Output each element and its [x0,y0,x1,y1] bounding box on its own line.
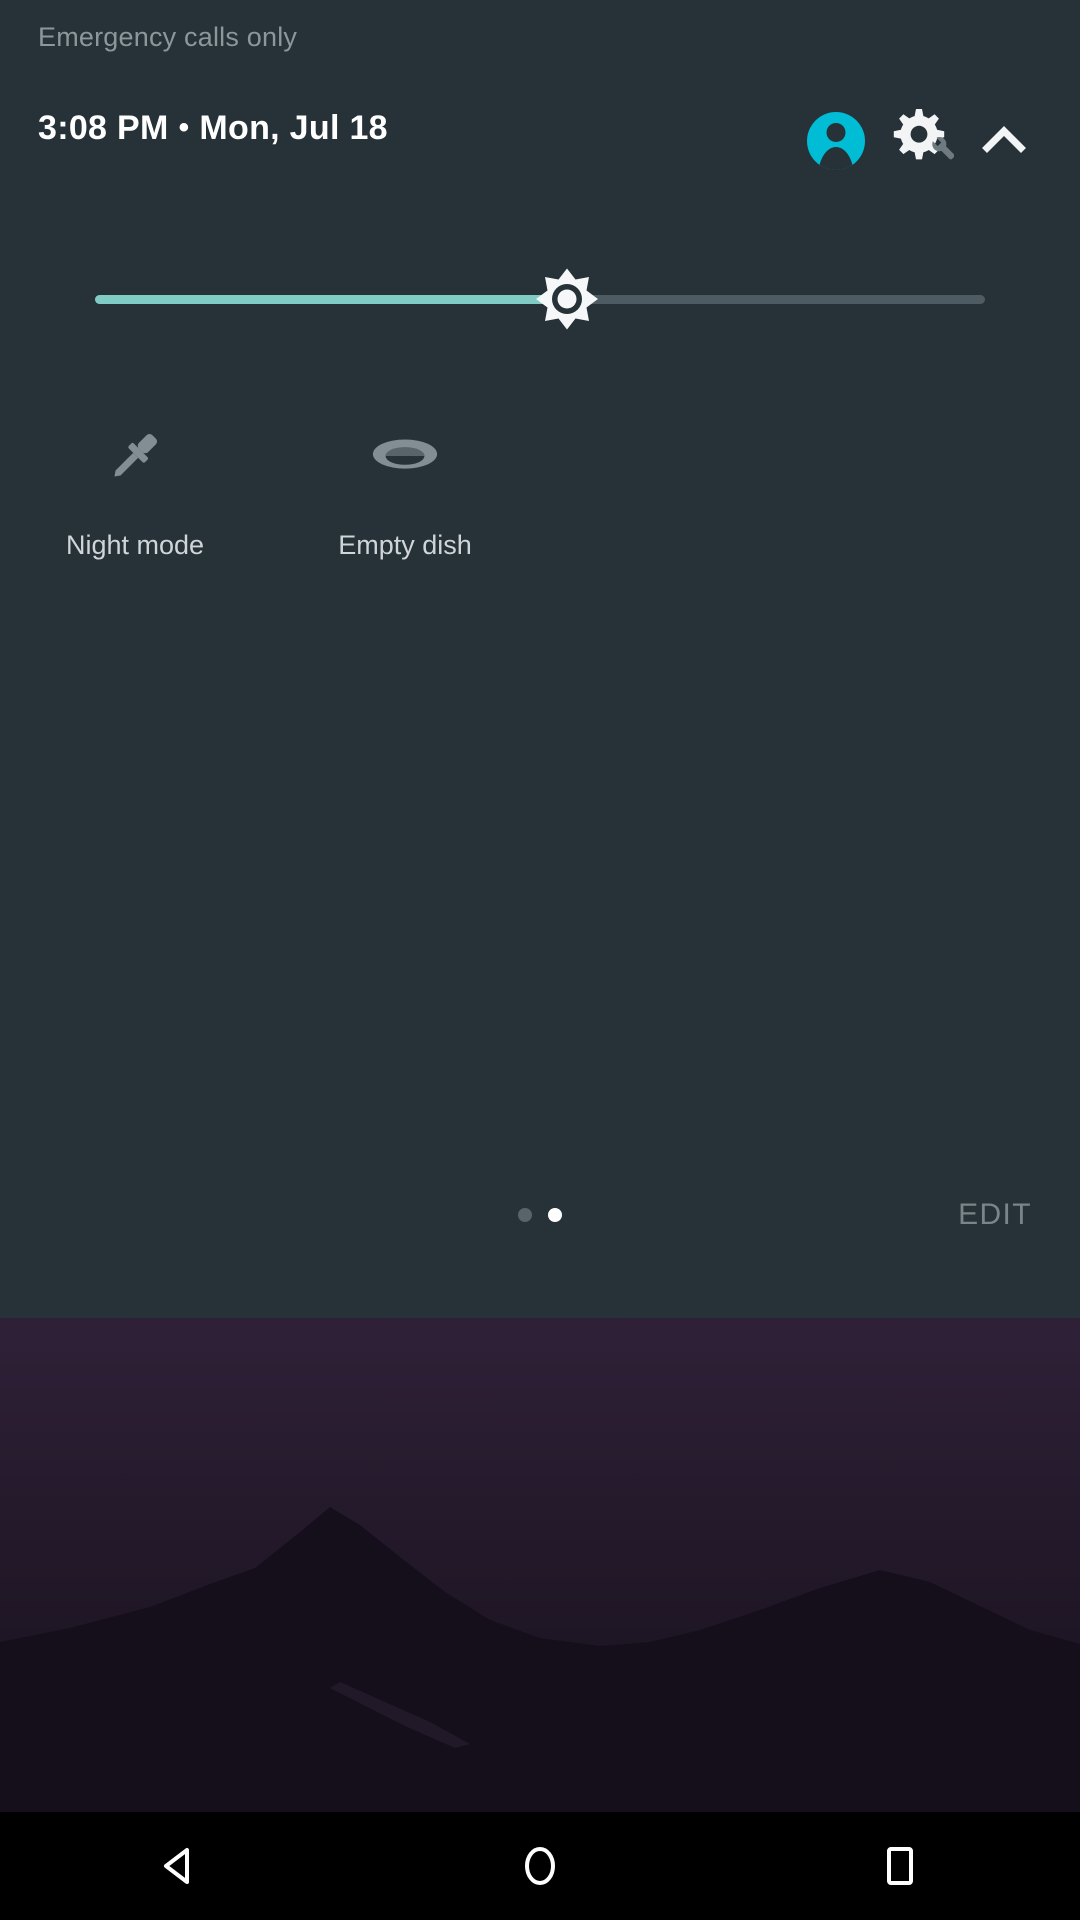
chevron-up-icon [982,126,1026,153]
collapse-button[interactable] [962,99,1046,183]
brightness-slider[interactable] [0,250,1080,360]
tile-icon-wrap [99,420,171,492]
page-dot-2[interactable] [548,1208,562,1222]
user-avatar-icon [807,112,865,170]
edit-button[interactable]: EDIT [958,1198,1032,1232]
recents-square-icon [887,1847,913,1885]
clock-date-separator: • [178,111,190,144]
clock-time: 3:08 PM [38,109,169,147]
phone-screen: Emergency calls only 3:08 PM • Mon, Jul 18 [0,0,1080,1920]
qs-header-icons [794,99,1046,183]
quick-settings-tiles: Night mode Empty dish [0,420,1080,561]
recents-button[interactable] [720,1812,1080,1920]
settings-button[interactable] [878,99,962,183]
tile-empty-dish[interactable]: Empty dish [270,420,540,561]
qs-header: 3:08 PM • Mon, Jul 18 [0,105,1080,175]
brightness-thumb[interactable] [530,262,604,336]
gear-wrench-icon [893,109,954,160]
navigation-bar [0,1812,1080,1920]
page-indicator[interactable] [518,1208,562,1222]
tile-label: Night mode [65,530,205,560]
tile-icon-wrap [369,420,441,492]
eyedropper-icon [114,433,158,477]
home-button[interactable] [360,1812,720,1920]
home-circle-icon [525,1847,555,1885]
date-label: Mon, Jul 18 [199,109,388,147]
mountain-silhouette [0,1507,1080,1812]
tile-night-mode[interactable]: Night mode [0,420,270,561]
user-switch-button[interactable] [794,99,878,183]
brightness-fill [95,295,567,304]
tile-label: Empty dish [338,530,472,560]
back-button[interactable] [0,1812,360,1920]
dish-ellipse-icon [372,439,438,469]
page-dot-1[interactable] [518,1208,532,1222]
carrier-label: Emergency calls only [38,22,298,52]
back-triangle-icon [164,1848,189,1884]
brightness-sun-icon [535,268,598,330]
qs-footer: EDIT [0,1180,1080,1250]
clock-date-row[interactable]: 3:08 PM • Mon, Jul 18 [38,105,388,151]
quick-settings-panel: Emergency calls only 3:08 PM • Mon, Jul 18 [0,0,1080,1318]
